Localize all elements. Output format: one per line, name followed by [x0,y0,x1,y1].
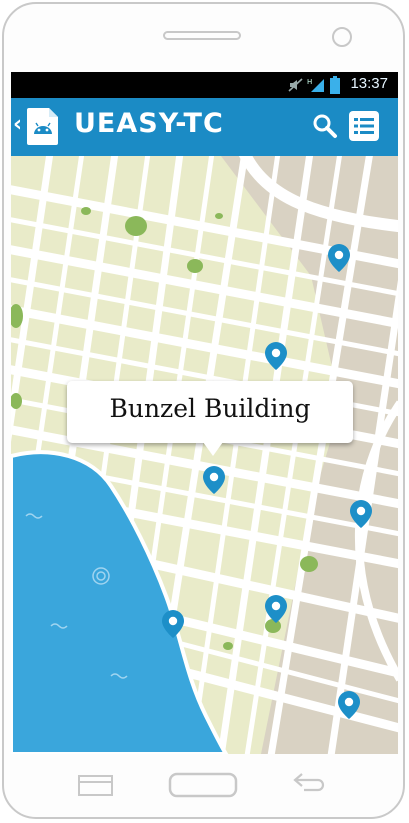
svg-text:H: H [307,78,312,86]
status-time: 13:37 [350,75,388,92]
earpiece-speaker [163,31,241,40]
signal-icon: H [307,78,324,92]
status-bar: H 13:37 [11,72,398,98]
mute-icon [288,78,303,92]
recent-apps-icon[interactable] [78,773,114,797]
list-menu-icon[interactable] [348,110,380,142]
hardware-nav-bar [0,755,409,815]
search-icon[interactable] [311,112,339,140]
app-title: UEASY-TC [74,108,224,139]
back-chevron-icon[interactable]: ‹ [13,112,22,137]
map-view[interactable]: Bunzel Building [11,138,398,754]
place-name: Bunzel Building [109,394,311,423]
phone-frame: H 13:37 ‹ UEASY-TC Bunzel Building [0,0,409,823]
screen: H 13:37 ‹ UEASY-TC Bunzel Building [11,72,398,754]
back-arrow-icon[interactable] [292,770,326,796]
battery-icon [330,76,340,94]
android-app-icon[interactable] [26,106,60,146]
app-bar: ‹ UEASY-TC [11,98,398,156]
place-callout[interactable]: Bunzel Building [67,381,353,456]
front-camera [332,27,352,47]
home-button-icon[interactable] [168,772,238,798]
